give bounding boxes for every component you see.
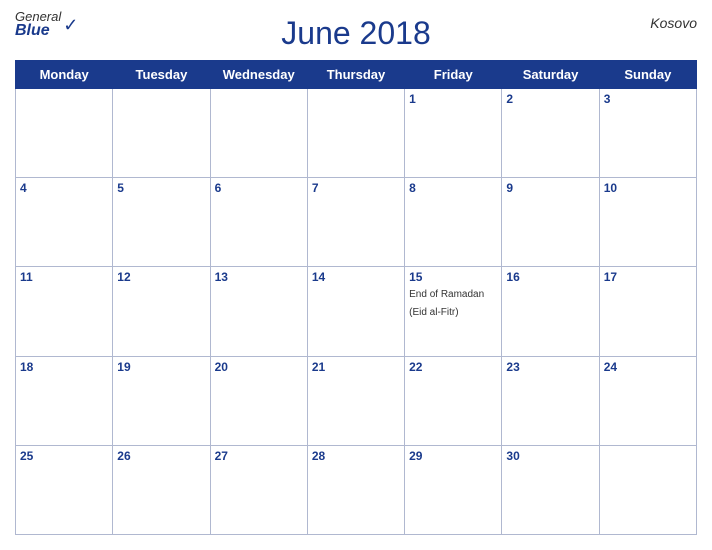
header-friday: Friday bbox=[405, 61, 502, 89]
day-number: 5 bbox=[117, 181, 205, 195]
calendar-cell: 4 bbox=[16, 178, 113, 267]
calendar-cell: 28 bbox=[307, 445, 404, 534]
calendar-cell: 5 bbox=[113, 178, 210, 267]
calendar-cell: 20 bbox=[210, 356, 307, 445]
calendar-cell: 11 bbox=[16, 267, 113, 356]
day-number: 22 bbox=[409, 360, 497, 374]
day-number: 23 bbox=[506, 360, 594, 374]
day-number: 14 bbox=[312, 270, 400, 284]
calendar-cell: 23 bbox=[502, 356, 599, 445]
day-number: 7 bbox=[312, 181, 400, 195]
day-number: 19 bbox=[117, 360, 205, 374]
day-number: 10 bbox=[604, 181, 692, 195]
calendar-cell: 22 bbox=[405, 356, 502, 445]
calendar-week-row: 456789 10 bbox=[16, 178, 697, 267]
day-number: 20 bbox=[215, 360, 303, 374]
day-number: 11 bbox=[20, 270, 108, 284]
day-number: 21 bbox=[312, 360, 400, 374]
day-number: 17 bbox=[604, 270, 692, 284]
day-number: 28 bbox=[312, 449, 400, 463]
header-monday: Monday bbox=[16, 61, 113, 89]
day-number: 24 bbox=[604, 360, 692, 374]
day-number: 2 bbox=[506, 92, 594, 106]
calendar-cell: 24 bbox=[599, 356, 696, 445]
calendar-cell bbox=[113, 89, 210, 178]
calendar-cell: 19 bbox=[113, 356, 210, 445]
calendar-cell: 7 bbox=[307, 178, 404, 267]
calendar-cell: 21 bbox=[307, 356, 404, 445]
header-thursday: Thursday bbox=[307, 61, 404, 89]
day-number: 6 bbox=[215, 181, 303, 195]
calendar-cell: 26 bbox=[113, 445, 210, 534]
day-number: 4 bbox=[20, 181, 108, 195]
calendar-cell: 30 bbox=[502, 445, 599, 534]
day-number: 15 bbox=[409, 270, 497, 284]
calendar-cell: 15 End of Ramadan (Eid al-Fitr) bbox=[405, 267, 502, 356]
day-number: 18 bbox=[20, 360, 108, 374]
calendar-cell: 18 bbox=[16, 356, 113, 445]
day-number: 9 bbox=[506, 181, 594, 195]
calendar-week-row: 123 bbox=[16, 89, 697, 178]
calendar-cell: 13 bbox=[210, 267, 307, 356]
weekday-header-row: Monday Tuesday Wednesday Thursday Friday… bbox=[16, 61, 697, 89]
calendar-week-row: 25 26 27 28 29 30 bbox=[16, 445, 697, 534]
day-number: 27 bbox=[215, 449, 303, 463]
calendar-cell: 2 bbox=[502, 89, 599, 178]
day-number: 25 bbox=[20, 449, 108, 463]
calendar-cell: 16 bbox=[502, 267, 599, 356]
calendar-cell: 3 bbox=[599, 89, 696, 178]
header-saturday: Saturday bbox=[502, 61, 599, 89]
calendar-cell bbox=[16, 89, 113, 178]
day-number: 3 bbox=[604, 92, 692, 106]
day-number: 16 bbox=[506, 270, 594, 284]
calendar-title: June 2018 bbox=[281, 15, 430, 52]
calendar-cell: 12 bbox=[113, 267, 210, 356]
calendar-cell: 1 bbox=[405, 89, 502, 178]
calendar-week-row: 11 12 13 14 15 End of Ramadan (Eid al-Fitr) 16… bbox=[16, 267, 697, 356]
calendar-cell bbox=[599, 445, 696, 534]
region-label: Kosovo bbox=[650, 15, 697, 31]
header-sunday: Sunday bbox=[599, 61, 696, 89]
logo: General Blue ✓ bbox=[15, 10, 78, 39]
calendar-cell: 27 bbox=[210, 445, 307, 534]
calendar-cell: 25 bbox=[16, 445, 113, 534]
calendar-cell: 8 bbox=[405, 178, 502, 267]
calendar-cell bbox=[210, 89, 307, 178]
calendar-cell: 17 bbox=[599, 267, 696, 356]
day-number: 1 bbox=[409, 92, 497, 106]
calendar-week-row: 18 19 20 21 22 23 24 bbox=[16, 356, 697, 445]
header-tuesday: Tuesday bbox=[113, 61, 210, 89]
calendar-table: Monday Tuesday Wednesday Thursday Friday… bbox=[15, 60, 697, 535]
calendar-header: General Blue ✓ June 2018 Kosovo bbox=[15, 10, 697, 52]
day-number: 8 bbox=[409, 181, 497, 195]
calendar-cell: 9 bbox=[502, 178, 599, 267]
calendar-cell: 14 bbox=[307, 267, 404, 356]
calendar-cell bbox=[307, 89, 404, 178]
day-number: 26 bbox=[117, 449, 205, 463]
header-wednesday: Wednesday bbox=[210, 61, 307, 89]
event-label: End of Ramadan (Eid al-Fitr) bbox=[409, 289, 484, 318]
calendar-cell: 6 bbox=[210, 178, 307, 267]
day-number: 12 bbox=[117, 270, 205, 284]
calendar-cell: 29 bbox=[405, 445, 502, 534]
calendar-container: General Blue ✓ June 2018 Kosovo Monday T… bbox=[0, 0, 712, 550]
day-number: 29 bbox=[409, 449, 497, 463]
logo-bird-icon: ✓ bbox=[63, 16, 78, 34]
day-number: 30 bbox=[506, 449, 594, 463]
day-number: 13 bbox=[215, 270, 303, 284]
calendar-cell: 10 bbox=[599, 178, 696, 267]
logo-blue-text: Blue bbox=[15, 23, 61, 39]
